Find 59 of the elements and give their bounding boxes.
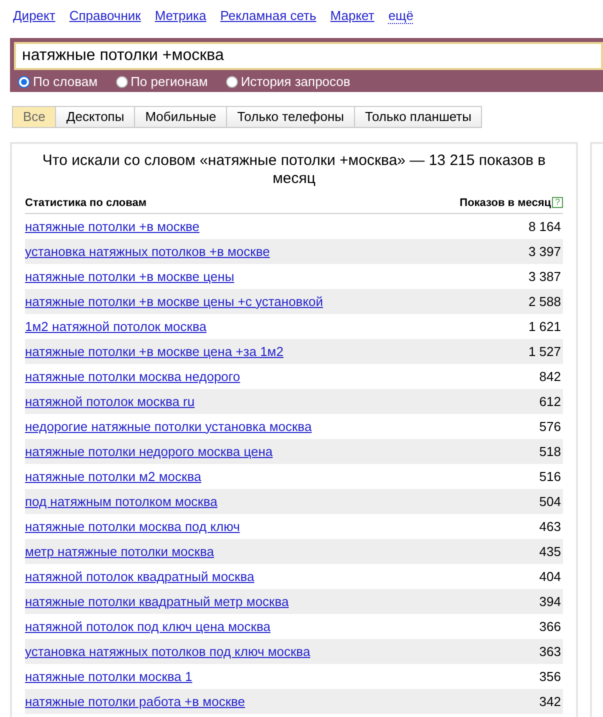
phrase-link[interactable]: натяжные потолки +в москве цены +с установкой — [25, 292, 324, 312]
count-cell-text: 842 — [539, 368, 562, 386]
phrase-link[interactable]: под натяжным потолком москва — [25, 492, 218, 512]
phrase-link[interactable]: натяжные потолки +в москве — [25, 216, 200, 236]
phrase-link[interactable]: натяжной потолок под ключ цена москва — [25, 616, 270, 636]
phrase-link[interactable]: натяжные потолки москва недорого — [25, 366, 240, 386]
search-field[interactable]: натяжные потолки +москва — [14, 42, 603, 70]
nav-link[interactable]: Метрика — [154, 8, 206, 30]
phrase-link[interactable]: натяжные потолки +в москве цена +за 1м2 — [25, 342, 284, 362]
radio-option[interactable]: История запросов — [226, 72, 350, 92]
count-cell-text: 576 — [539, 418, 562, 436]
filter-tab[interactable]: Все — [12, 106, 56, 128]
count-cell-text: 3 397 — [528, 242, 562, 261]
count-cell-text: 394 — [539, 592, 562, 611]
nav-link[interactable]: Директ — [13, 8, 56, 30]
phrase-link[interactable]: метр натяжные потолки москва — [25, 542, 214, 562]
phrase-link[interactable]: натяжные потолки москва 1 — [25, 666, 192, 686]
count-cell-text: 435 — [539, 542, 562, 561]
filter-tab[interactable]: Только телефоны — [226, 106, 356, 128]
nav-link[interactable]: Рекламная сеть — [220, 8, 316, 30]
phrase-link[interactable]: натяжные потолки +в москве цены — [25, 266, 234, 286]
phrase-link[interactable]: натяжной потолок квадратный москва — [25, 566, 254, 586]
count-cell-text: 516 — [539, 468, 562, 486]
count-cell-text: 3 387 — [528, 268, 562, 286]
count-cell-text: 342 — [539, 692, 562, 711]
count-cell-text: 1 621 — [528, 318, 562, 336]
radio-option[interactable]: По регионам — [116, 72, 208, 92]
filter-tab[interactable]: Десктопы — [55, 106, 136, 128]
filter-tab[interactable]: Мобильные — [134, 106, 228, 128]
count-cell-text: 518 — [539, 442, 562, 461]
column-header: Показов в месяц — [460, 196, 551, 210]
count-cell-text: 363 — [539, 642, 562, 661]
filter-tab[interactable]: Только планшеты — [354, 106, 482, 128]
phrase-link[interactable]: натяжные потолки недорого москва цена — [25, 442, 273, 462]
count-cell-text: 504 — [539, 492, 562, 511]
phrase-link[interactable]: натяжные потолки работа +в москве — [25, 692, 246, 712]
count-cell-text: 8 164 — [528, 218, 562, 236]
phrase-link[interactable]: недорогие натяжные потолки установка москва — [25, 416, 312, 436]
count-cell-text: 1 527 — [528, 342, 562, 361]
phrase-link[interactable]: натяжные потолки м2 москва — [25, 466, 202, 486]
phrase-link[interactable]: установка натяжных потолков +в москве — [25, 242, 270, 262]
count-cell-text: 404 — [539, 568, 562, 586]
nav-link[interactable]: Справочник — [69, 8, 141, 30]
radio-option[interactable]: По словам — [18, 72, 98, 92]
help-icon[interactable]: ? — [552, 197, 563, 208]
phrase-link[interactable]: 1м2 натяжной потолок москва — [25, 316, 206, 336]
count-cell-text: 366 — [539, 618, 562, 636]
phrase-link[interactable]: натяжные потолки квадратный метр москва — [25, 592, 289, 612]
count-cell-text: 356 — [539, 668, 562, 686]
panel-title: Что искали со словом «натяжные потолки +москва» — 13 215 показов в месяц — [41, 152, 547, 188]
nav-link[interactable]: Маркет — [330, 8, 374, 30]
count-cell-text: 2 588 — [528, 292, 562, 311]
count-cell-text: 463 — [539, 518, 562, 536]
column-header: Статистика по словам — [25, 196, 147, 210]
phrase-link[interactable]: установка натяжных потолков под ключ москва — [25, 642, 310, 662]
more-link[interactable]: ещё — [388, 8, 414, 24]
phrase-link[interactable]: натяжной потолок москва ru — [25, 392, 195, 412]
phrase-link[interactable]: натяжные потолки москва под ключ — [25, 516, 240, 536]
count-cell-text: 612 — [539, 392, 562, 411]
